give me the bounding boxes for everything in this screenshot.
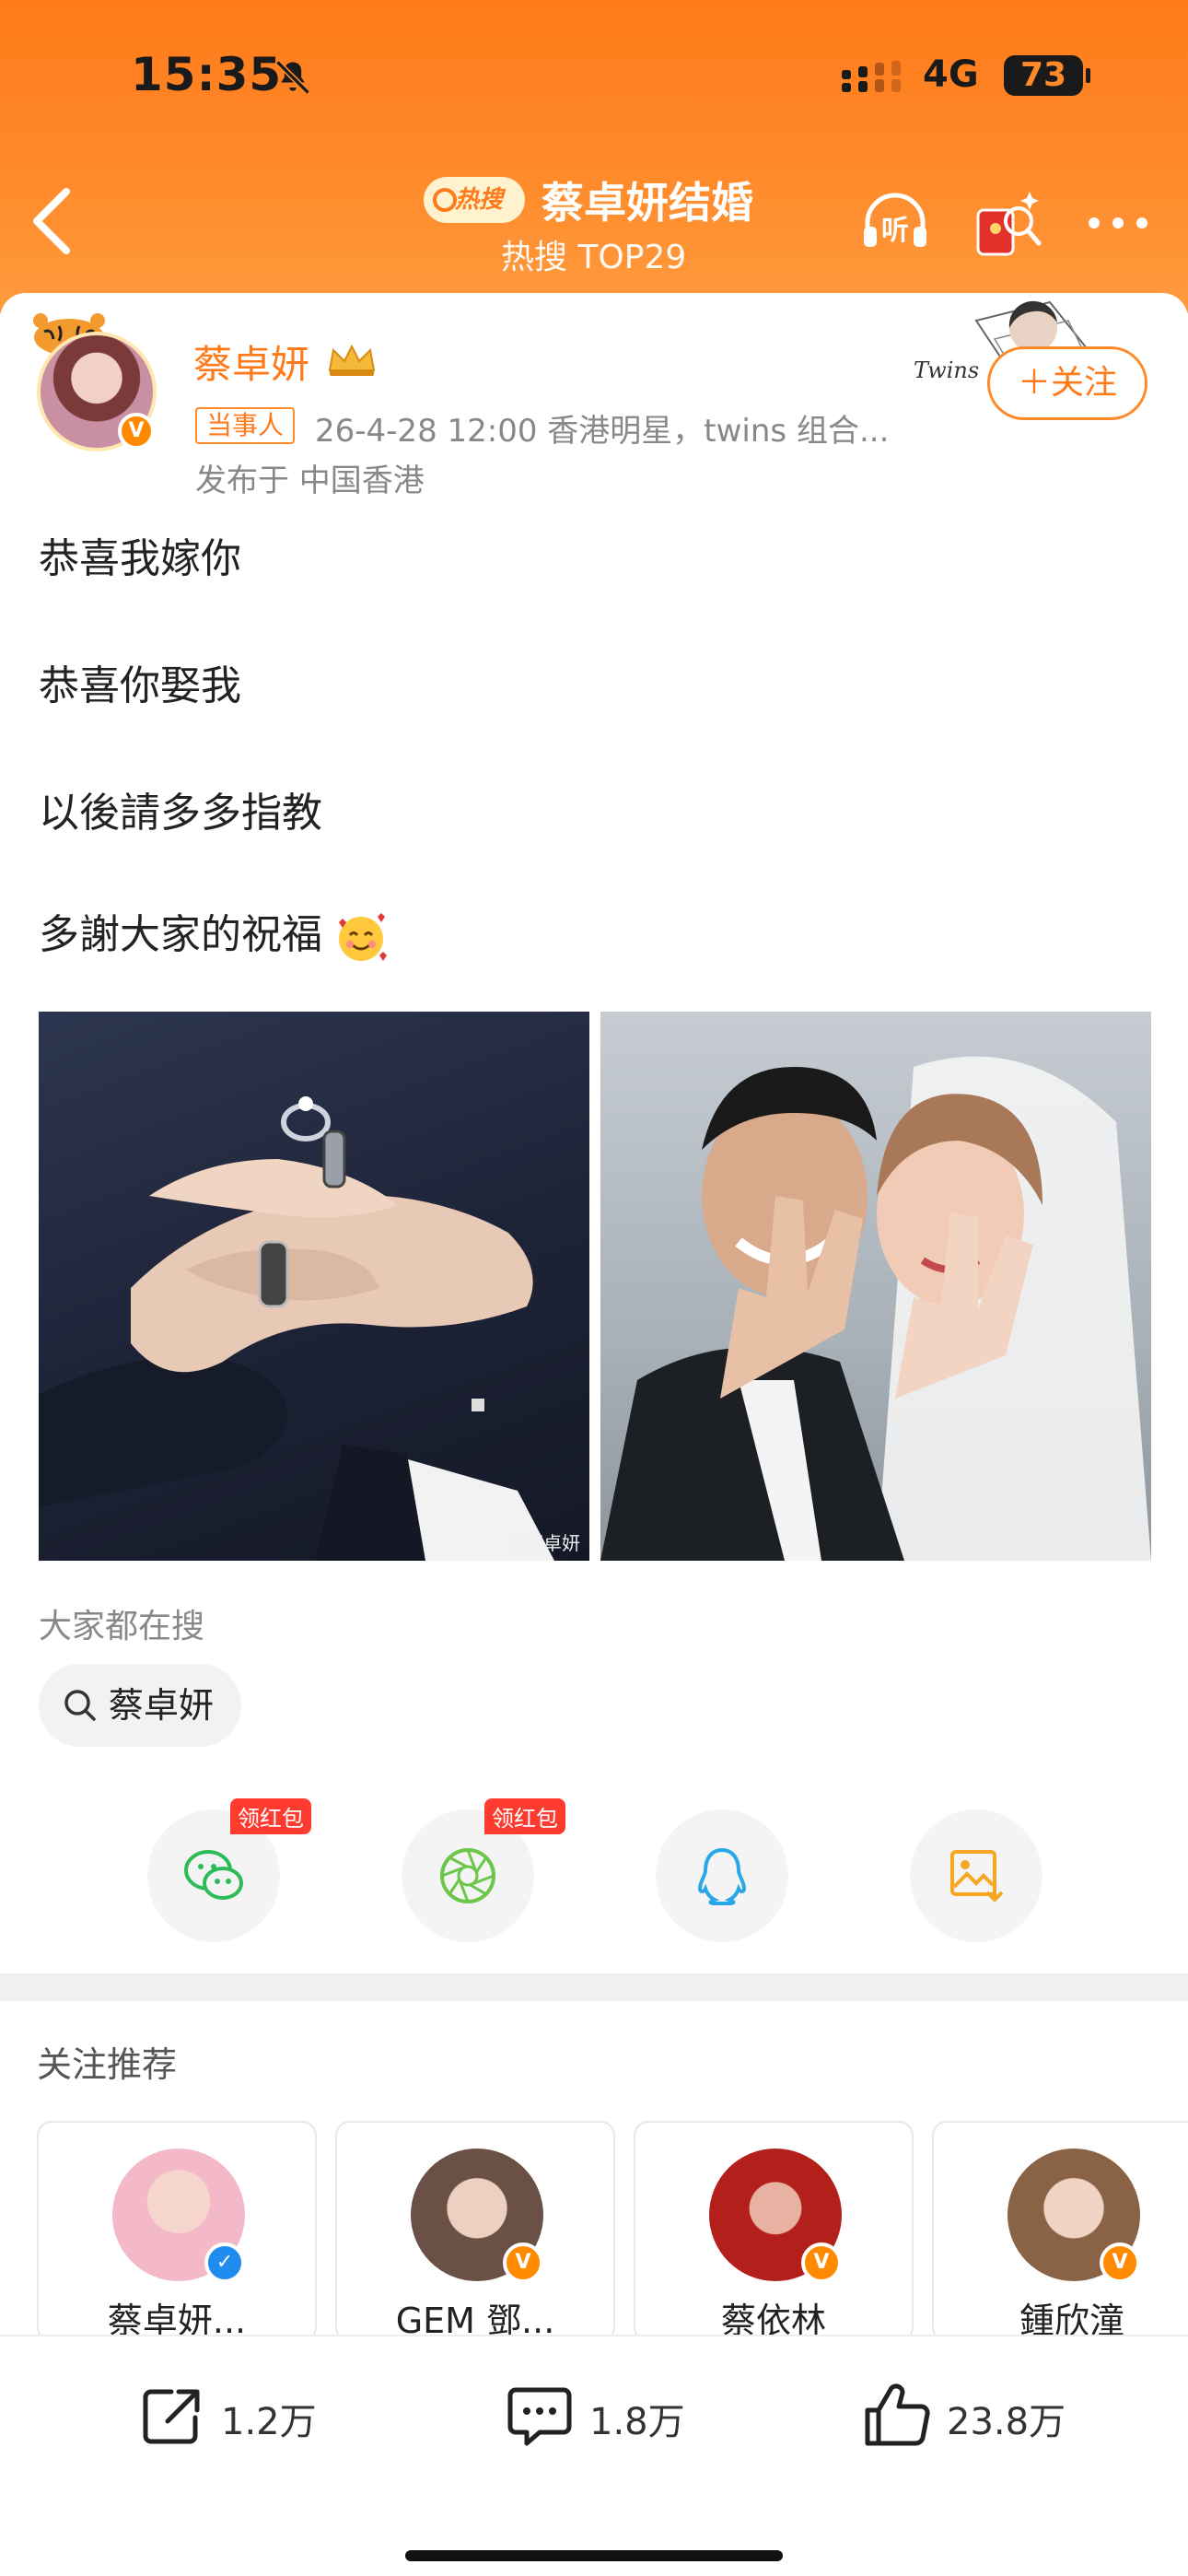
photo-watermark: @蔡卓妍	[507, 1532, 580, 1554]
repost-count: 1.2万	[221, 2401, 317, 2443]
more-icon[interactable]	[1079, 184, 1157, 262]
wechat-icon	[184, 1850, 243, 1900]
share-moments-button[interactable]: 领红包	[402, 1798, 565, 1942]
post-line-last: 多謝大家的祝福	[39, 901, 1144, 965]
back-icon[interactable]	[26, 184, 81, 258]
verified-orange-badge-icon: V	[503, 2242, 543, 2283]
author-name[interactable]: 蔡卓妍	[193, 334, 309, 390]
ring-hands-illustration	[39, 1096, 554, 1561]
verified-blue-badge-icon: ✓	[204, 2242, 245, 2283]
battery-indicator: 73	[1004, 55, 1090, 96]
qq-icon	[697, 1847, 747, 1905]
search-icon	[64, 1690, 96, 1721]
share-qq-button[interactable]	[656, 1809, 788, 1942]
nav-bar: 热搜 蔡卓妍结婚 热搜 TOP29 听	[0, 166, 1188, 286]
muted-bell-icon	[275, 60, 310, 95]
home-indicator[interactable]	[405, 2550, 783, 2561]
verified-orange-badge-icon: V	[801, 2242, 842, 2283]
post-photo-couple[interactable]	[600, 1012, 1151, 1561]
listen-icon[interactable]: 听	[856, 184, 934, 262]
search-chip-label: 蔡卓妍	[109, 1685, 215, 1726]
red-packet-badge: 领红包	[230, 1798, 311, 1834]
save-image-icon	[950, 1850, 1004, 1903]
hot-badge-label: 热搜	[455, 186, 504, 214]
section-divider	[0, 1973, 1188, 2001]
post-line: 多謝大家的祝福	[39, 911, 322, 958]
smiling-hearts-emoji-icon	[339, 913, 387, 961]
red-packet-icon[interactable]	[969, 184, 1046, 262]
like-count: 23.8万	[947, 2401, 1066, 2443]
search-suggestion-chip[interactable]: 蔡卓妍	[39, 1664, 242, 1747]
post-line: 恭喜你娶我	[39, 662, 241, 709]
couple-illustration	[600, 1056, 1151, 1561]
post-line: 恭喜我嫁你	[39, 535, 241, 582]
status-bar: 15:35 4G 73	[0, 48, 1188, 112]
post-photo-rings[interactable]: @蔡卓妍	[39, 1012, 589, 1561]
twins-decoration-text: Twins	[914, 357, 980, 383]
post-location: 发布于 中国香港	[195, 463, 425, 499]
share-wechat-button[interactable]: 领红包	[147, 1798, 311, 1942]
comment-icon	[507, 2387, 572, 2446]
svg-text:听: 听	[881, 215, 909, 247]
post-meta: 26-4-28 12:00 香港明星，twins 组合...	[315, 413, 890, 450]
recommend-card[interactable]: ✓ 蔡卓妍...	[37, 2121, 317, 2342]
verified-badge-icon: V	[118, 413, 155, 450]
comment-count: 1.8万	[589, 2401, 685, 2443]
bottom-action-bar: 1.2万 1.8万 23.8万	[0, 2335, 1188, 2576]
verified-orange-badge-icon: V	[1100, 2242, 1140, 2283]
follow-button[interactable]: ＋关注	[987, 346, 1147, 420]
moments-icon	[440, 1848, 495, 1903]
search-section-title: 大家都在搜	[39, 1608, 205, 1645]
save-image-button[interactable]	[910, 1809, 1042, 1942]
role-tag: 当事人	[195, 407, 296, 444]
thumbs-up-icon	[865, 2383, 930, 2446]
red-packet-badge: 领红包	[484, 1798, 565, 1834]
post-line: 以後請多多指教	[39, 790, 322, 837]
crown-icon	[328, 344, 376, 376]
hot-search-badge: 热搜	[424, 177, 525, 223]
status-time: 15:35	[131, 48, 283, 101]
search-badge-icon	[433, 188, 457, 212]
repost-icon	[143, 2389, 200, 2444]
signal-icon	[842, 61, 901, 92]
recommend-title: 关注推荐	[37, 2044, 178, 2085]
recommend-card[interactable]: V GEM 鄧...	[335, 2121, 615, 2342]
recommend-card[interactable]: V 鍾欣潼	[932, 2121, 1188, 2342]
network-type: 4G	[923, 53, 979, 96]
recommend-card[interactable]: V 蔡依林	[634, 2121, 914, 2342]
post-card: V 蔡卓妍 当事人 26-4-28 12:00 香港明星，twins 组合...…	[0, 293, 1188, 2576]
top-header: 15:35 4G 73 热搜 蔡卓妍结婚 热搜 TOP29 听	[0, 0, 1188, 313]
page-subtitle: 热搜 TOP29	[501, 239, 687, 276]
page-title: 蔡卓妍结婚	[542, 178, 753, 228]
